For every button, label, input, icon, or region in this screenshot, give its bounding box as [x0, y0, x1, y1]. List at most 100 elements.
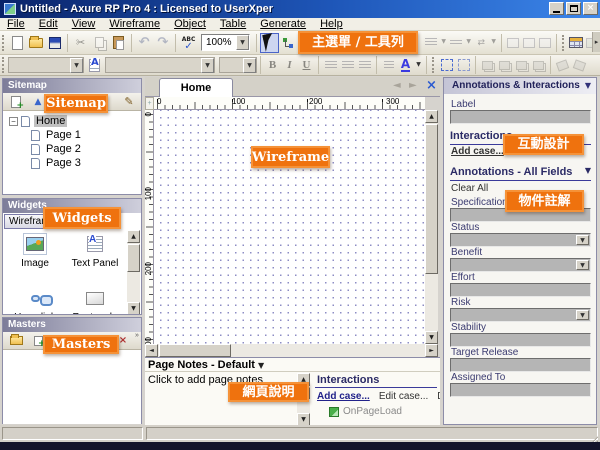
add-page-button[interactable] — [8, 95, 24, 109]
font-size-select[interactable]: ▼ — [219, 57, 257, 73]
delete-case-link[interactable]: Delete case... — [437, 391, 440, 402]
open-button[interactable] — [27, 33, 46, 53]
bring-forward-button[interactable] — [513, 57, 530, 74]
open-master-button[interactable] — [8, 334, 24, 348]
widget-text-panel[interactable]: Text Panel — [67, 233, 123, 269]
send-back-button[interactable] — [496, 57, 513, 74]
new-button[interactable] — [8, 33, 27, 53]
clear-all-link[interactable]: Clear All — [451, 183, 488, 194]
masters-list[interactable] — [3, 350, 141, 424]
menu-file[interactable]: File — [0, 18, 32, 31]
ungroup-button[interactable] — [455, 57, 472, 74]
widgets-scrollbar[interactable]: ▲ ▼ — [127, 230, 140, 315]
align-right-button[interactable] — [356, 57, 373, 74]
table-button[interactable] — [568, 34, 584, 51]
italic-button[interactable]: I — [281, 57, 298, 74]
dropdown-arrow-icon[interactable]: ▼ — [576, 310, 589, 320]
benefit-select[interactable]: ▼ — [450, 258, 591, 272]
edit-case-link[interactable]: Edit case... — [379, 391, 428, 402]
status-select[interactable]: ▼ — [450, 233, 591, 247]
label-input[interactable] — [450, 110, 591, 124]
dropdown-arrow-icon[interactable]: ▼ — [576, 235, 589, 245]
assigned-to-input[interactable] — [450, 383, 591, 397]
font-style-select[interactable]: ▼ — [105, 57, 215, 73]
maximize-button[interactable] — [566, 2, 581, 15]
tab-close-icon[interactable]: × — [426, 78, 437, 93]
rotate-right-button[interactable] — [571, 57, 588, 74]
title-bar[interactable]: Untitled - Axure RP Pro 4 : Licensed to … — [0, 0, 600, 18]
style-editor-button[interactable] — [86, 57, 103, 74]
copy-button[interactable] — [90, 33, 109, 53]
menu-wireframe[interactable]: Wireframe — [102, 18, 167, 31]
scroll-up-icon[interactable]: ▲ — [425, 110, 438, 123]
save-button[interactable] — [46, 33, 65, 53]
dropdown-arrow-icon[interactable]: ▼ — [576, 260, 589, 270]
cut-button[interactable]: ✂ — [71, 33, 90, 53]
toolbar-grip[interactable] — [2, 35, 6, 51]
edit-page-button[interactable]: ✎ — [121, 95, 137, 109]
zoom-select[interactable]: 100% ▼ — [201, 34, 250, 51]
line-weight-arrow[interactable]: ▼ — [464, 34, 473, 51]
risk-select[interactable]: ▼ — [450, 308, 591, 322]
tree-item-page3[interactable]: Page 3 — [31, 156, 141, 170]
stability-input[interactable] — [450, 333, 591, 347]
tab-next-icon[interactable]: ► — [409, 80, 417, 91]
target-release-input[interactable] — [450, 358, 591, 372]
widget-image[interactable]: Image — [7, 233, 63, 269]
tree-item-home[interactable]: − Home — [9, 114, 141, 128]
onpageload-event[interactable]: OnPageLoad — [315, 402, 440, 417]
align-left-button[interactable] — [322, 57, 339, 74]
border-style-arrow[interactable]: ▼ — [439, 34, 448, 51]
group-button[interactable] — [438, 57, 455, 74]
border-style-button[interactable] — [423, 34, 439, 51]
undo-button[interactable]: ↶ — [135, 33, 154, 53]
menu-generate[interactable]: Generate — [253, 18, 313, 31]
dropdown-arrow-icon[interactable]: ▼ — [585, 78, 591, 94]
menu-view[interactable]: View — [65, 18, 103, 31]
paste-button[interactable] — [109, 33, 128, 53]
send-backward-button[interactable] — [530, 57, 547, 74]
bullet-list-button[interactable] — [380, 57, 397, 74]
arrow-style-button[interactable]: ⇄ — [473, 34, 489, 51]
tree-item-page1[interactable]: Page 1 — [31, 128, 141, 142]
page-notes-header[interactable]: Page Notes - Default ▼ — [145, 358, 440, 372]
tree-item-page2[interactable]: Page 2 — [31, 142, 141, 156]
canvas-hscrollbar[interactable]: ◄ ► — [145, 344, 438, 357]
widget-hyperlink[interactable]: Hyperlink — [7, 287, 63, 315]
scroll-right-icon[interactable]: ► — [425, 344, 438, 357]
font-family-select[interactable]: ▼ — [8, 57, 84, 73]
scroll-left-icon[interactable]: ◄ — [145, 344, 158, 357]
toolbar-grip[interactable] — [432, 57, 436, 73]
redo-button[interactable]: ↷ — [153, 33, 172, 53]
dropdown-arrow-icon[interactable]: ▼ — [236, 35, 249, 50]
close-button[interactable]: × — [583, 2, 598, 15]
font-color-arrow[interactable]: ▼ — [414, 57, 423, 74]
toolbar-grip[interactable] — [562, 35, 566, 51]
align-box-2-button[interactable] — [521, 34, 537, 51]
menu-object[interactable]: Object — [167, 18, 213, 31]
menu-help[interactable]: Help — [313, 18, 350, 31]
align-box-3-button[interactable] — [537, 34, 553, 51]
tree-collapse-icon[interactable]: − — [9, 117, 18, 126]
pointer-tool-button[interactable] — [260, 33, 279, 53]
effort-input[interactable] — [450, 283, 591, 297]
inspector-header[interactable]: Annotations & Interactions ▼ — [444, 78, 596, 94]
toolbar-overflow-button[interactable]: ▸ — [592, 32, 600, 52]
dropdown-arrow-icon[interactable]: ▼ — [258, 361, 264, 370]
bring-front-button[interactable] — [479, 57, 496, 74]
scrollbar-thumb[interactable] — [127, 244, 140, 272]
tab-prev-icon[interactable]: ◄ — [393, 80, 401, 91]
arrow-style-arrow[interactable]: ▼ — [489, 34, 498, 51]
widget-rectangle[interactable]: Rectangle — [67, 287, 123, 315]
scrollbar-thumb[interactable] — [159, 344, 231, 357]
line-weight-button[interactable] — [448, 34, 464, 51]
canvas-vscrollbar[interactable]: ▲ ▼ — [425, 110, 438, 344]
scroll-up-icon[interactable]: ▲ — [127, 230, 140, 243]
spell-check-button[interactable]: ABC✓ — [179, 33, 198, 53]
dropdown-arrow-icon[interactable]: ▼ — [585, 166, 591, 175]
add-case-link[interactable]: Add case... — [317, 391, 370, 402]
connector-tool-button[interactable] — [279, 33, 298, 53]
menu-edit[interactable]: Edit — [32, 18, 65, 31]
scroll-down-icon[interactable]: ▼ — [127, 302, 140, 315]
scroll-down-icon[interactable]: ▼ — [425, 331, 438, 344]
